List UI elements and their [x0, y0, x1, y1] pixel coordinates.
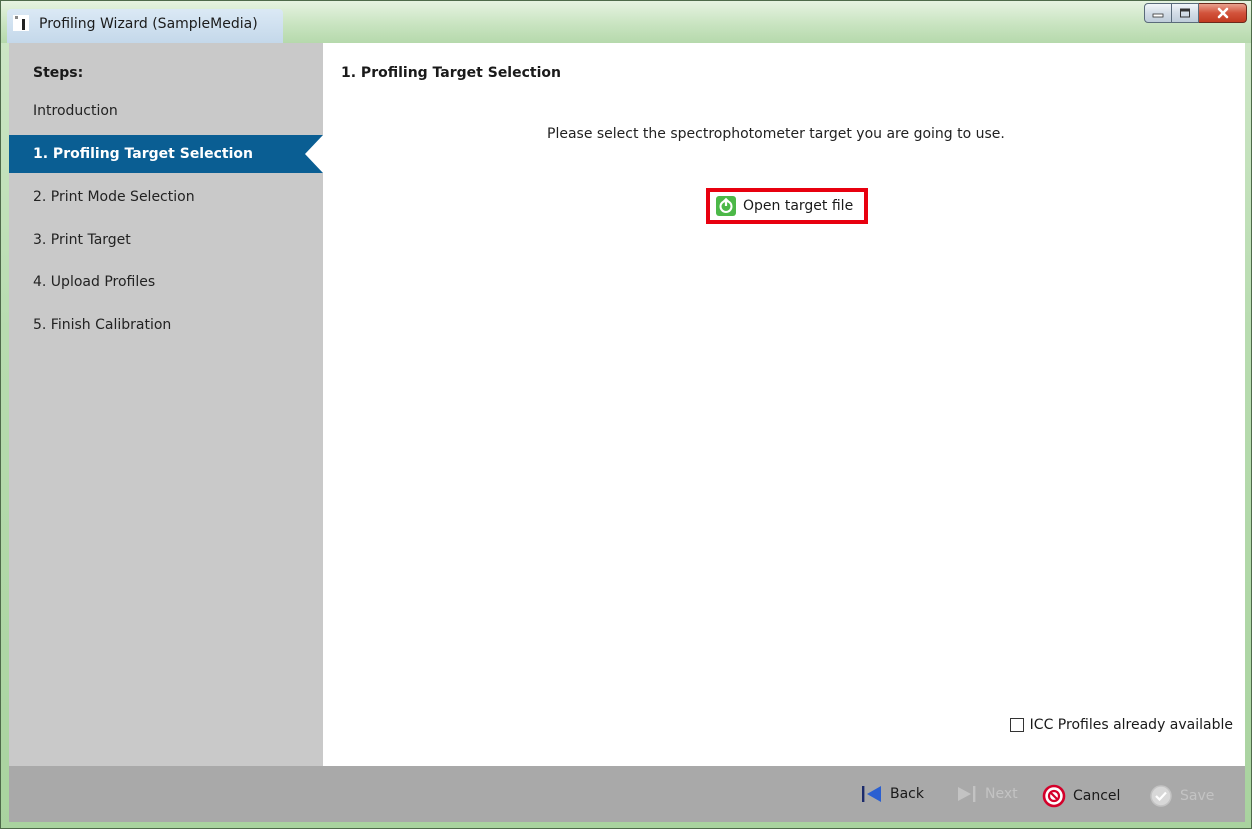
icc-profiles-label: ICC Profiles already available: [1029, 717, 1233, 733]
steps-sidebar: Steps: Introduction 1. Profiling Target …: [9, 43, 323, 766]
step-label: 1. Profiling Target Selection: [33, 146, 253, 162]
open-target-file-label: Open target file: [743, 198, 854, 214]
step-label: 2. Print Mode Selection: [33, 189, 195, 205]
app-icon: [13, 15, 29, 31]
step-finish-calibration[interactable]: 5. Finish Calibration: [9, 306, 323, 344]
page-title: 1. Profiling Target Selection: [341, 65, 561, 81]
step-label: Introduction: [33, 103, 118, 119]
instruction-text: Please select the spectrophotometer targ…: [547, 126, 1005, 142]
minimize-button[interactable]: [1144, 3, 1172, 23]
step-label: 4. Upload Profiles: [33, 274, 156, 290]
wizard-content: Steps: Introduction 1. Profiling Target …: [9, 43, 1245, 766]
step-upload-profiles[interactable]: 4. Upload Profiles: [9, 263, 323, 301]
step-label: 3. Print Target: [33, 232, 131, 248]
save-check-icon: [1150, 785, 1172, 807]
back-button[interactable]: Back: [861, 784, 924, 804]
back-arrow-icon: [862, 786, 881, 802]
cancel-icon: [1042, 784, 1066, 808]
step-profiling-target-selection[interactable]: 1. Profiling Target Selection: [9, 135, 323, 173]
maximize-button[interactable]: [1172, 3, 1199, 23]
cancel-label: Cancel: [1073, 788, 1121, 804]
open-target-file-button[interactable]: Open target file: [706, 188, 868, 224]
open-file-icon: [716, 196, 736, 216]
save-label: Save: [1180, 788, 1215, 804]
save-button[interactable]: Save: [1149, 784, 1214, 808]
next-arrow-icon: [958, 786, 976, 802]
step-print-mode-selection[interactable]: 2. Print Mode Selection: [9, 178, 323, 216]
next-label: Next: [985, 786, 1018, 802]
steps-heading: Steps:: [33, 65, 84, 81]
minimize-icon: [1152, 13, 1164, 18]
maximize-icon: [1180, 8, 1190, 18]
window-controls: [1144, 3, 1247, 25]
step-introduction[interactable]: Introduction: [9, 92, 323, 130]
cancel-button[interactable]: Cancel: [1042, 784, 1120, 808]
window-title: Profiling Wizard (SampleMedia): [39, 16, 258, 32]
back-label: Back: [890, 786, 924, 802]
active-step-notch: [305, 135, 323, 173]
close-button[interactable]: [1199, 3, 1247, 23]
wizard-footer: Back Next Cancel Save: [9, 766, 1245, 822]
title-bar[interactable]: Profiling Wizard (SampleMedia): [1, 1, 1251, 43]
wizard-window: Profiling Wizard (SampleMedia) Steps: In…: [0, 0, 1252, 829]
close-icon: [1217, 7, 1228, 19]
step-label: 5. Finish Calibration: [33, 317, 172, 333]
icc-profiles-checkbox[interactable]: [1009, 718, 1024, 732]
icc-profiles-option[interactable]: ICC Profiles already available: [1009, 717, 1233, 733]
step-print-target[interactable]: 3. Print Target: [9, 221, 323, 259]
next-button[interactable]: Next: [956, 784, 1018, 804]
